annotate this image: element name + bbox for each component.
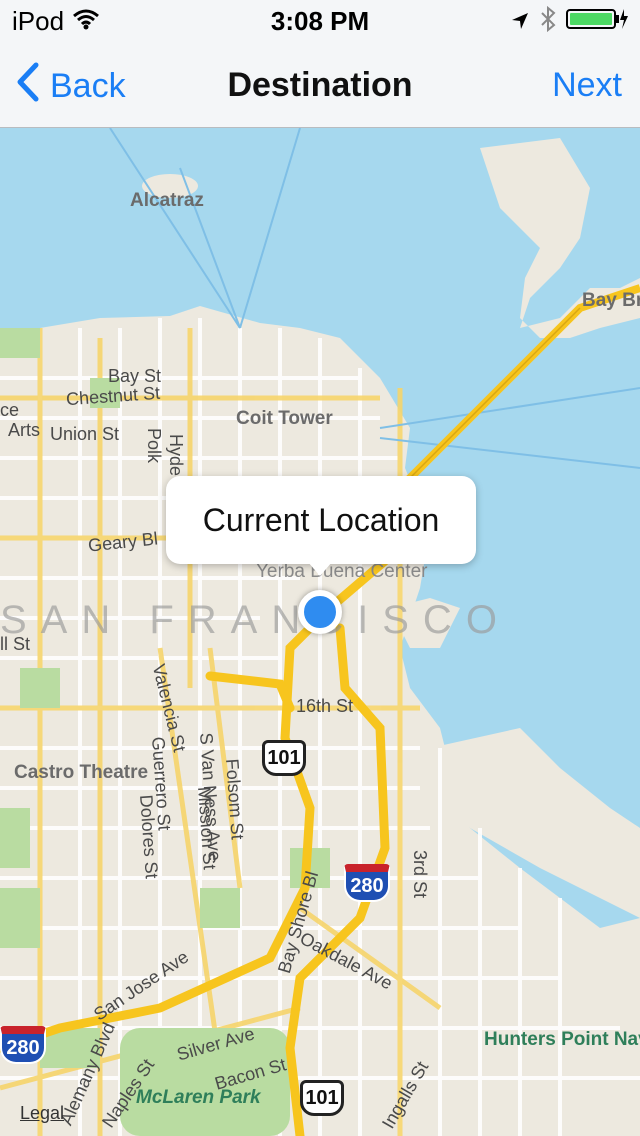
street-polk: Polk [144,428,164,464]
street-16th-st: 16th St [296,696,354,716]
back-label: Back [50,67,126,105]
battery-charging-icon [566,7,628,38]
poi-bay-bridge[interactable]: Bay Br [582,290,640,312]
location-arrow-icon [510,7,530,38]
bluetooth-icon [540,5,556,39]
street-partial-ce: ce [0,400,20,420]
us101-shield-south: 101 [300,1080,344,1116]
street-union-st: Union St [50,424,120,444]
street-3rd-st: 3rd St [410,850,430,899]
status-bar: iPod 3:08 PM [0,0,640,40]
status-right [510,5,628,39]
back-button[interactable]: Back [16,62,126,111]
street-hyde: Hyde [166,434,186,477]
legal-link[interactable]: Legal [20,1103,64,1124]
chevron-left-icon [16,62,40,111]
poi-castro-theatre[interactable]: Castro Theatre [14,762,148,784]
navigation-bar: Back Destination Next [0,40,640,128]
poi-hunters-point[interactable]: Hunters Point Naval Facility [484,1030,640,1050]
poi-alcatraz[interactable]: Alcatraz [130,190,204,212]
i280-shield: 280 [344,864,390,902]
poi-mclaren-park[interactable]: McLaren Park [136,1088,261,1108]
street-arts: Arts [8,420,41,440]
next-button[interactable]: Next [552,66,622,105]
map-view[interactable]: Alcatraz Bay Br Coit Tower Castro Theatr… [0,128,640,1136]
current-location-callout[interactable]: Current Location [166,476,476,564]
us101-shield: 101 [262,740,306,776]
current-location-dot[interactable] [298,590,342,634]
callout-label: Current Location [202,501,440,538]
city-label: SAN FRANCISCO [0,598,511,642]
street-partial-st: ll St [0,634,31,654]
poi-coit-tower[interactable]: Coit Tower [236,408,333,430]
i280-shield-west: 280 [0,1026,46,1064]
callout-pointer [308,562,332,576]
